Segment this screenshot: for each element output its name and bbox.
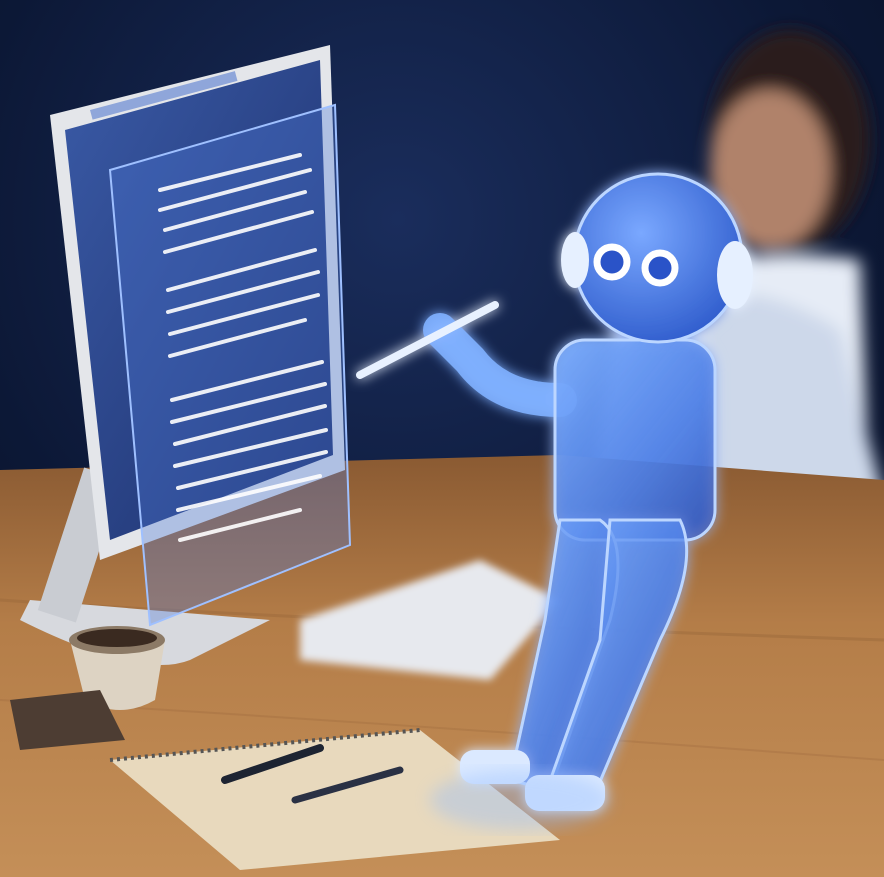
holographic-document [108, 103, 352, 627]
scene-illustration [0, 0, 884, 877]
